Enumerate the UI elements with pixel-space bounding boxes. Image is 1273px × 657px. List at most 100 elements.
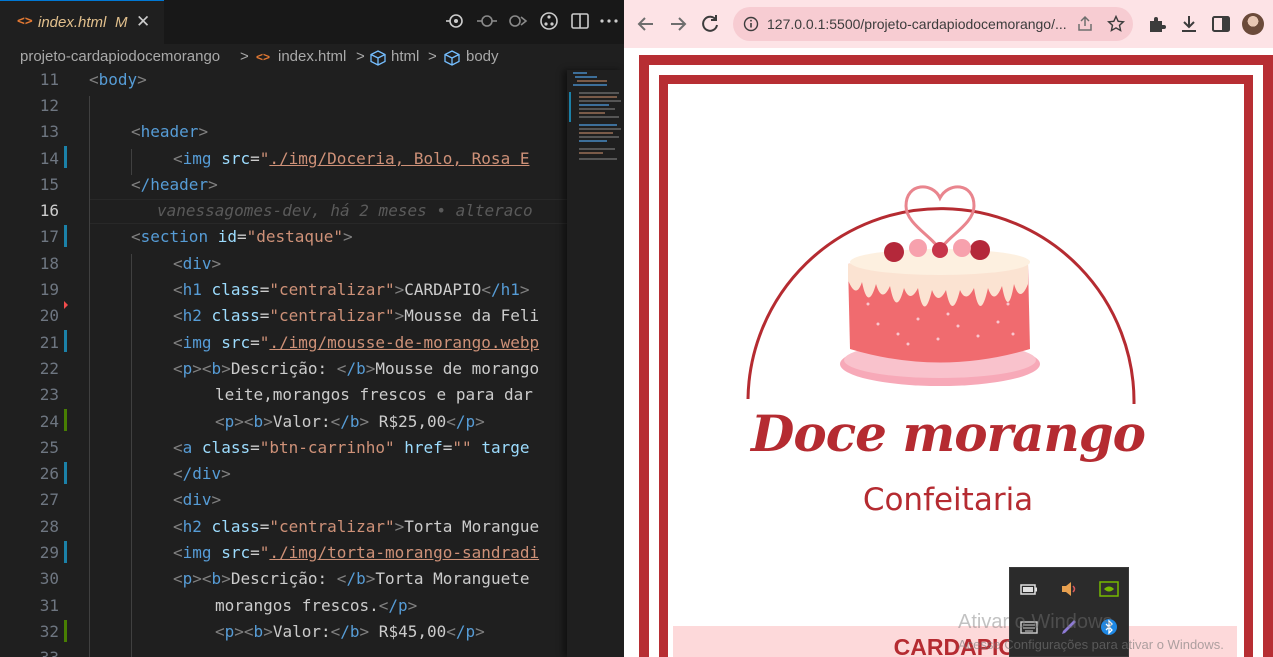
back-icon[interactable]	[634, 12, 658, 36]
git-deleted-marker[interactable]	[64, 301, 68, 309]
indent-guide	[89, 96, 90, 657]
code-line: </header>	[131, 175, 218, 194]
bookmark-star-icon[interactable]	[1107, 15, 1125, 33]
line-number: 11	[39, 70, 59, 89]
volume-icon[interactable]	[1058, 578, 1080, 600]
code-line: <img src="./img/torta-morango-sandradi	[173, 543, 540, 562]
line-number: 13	[39, 122, 59, 141]
line-number: 32	[39, 622, 59, 641]
git-added-marker[interactable]	[64, 409, 67, 431]
code-line: <div>	[173, 490, 222, 509]
minimap-line	[579, 148, 615, 150]
element-cube-icon	[444, 50, 460, 66]
line-number: 31	[39, 596, 59, 615]
indent-guide	[131, 149, 132, 175]
line-number: 12	[39, 96, 59, 115]
download-icon[interactable]	[1177, 12, 1201, 36]
side-panel-icon[interactable]	[1209, 12, 1233, 36]
more-actions-icon[interactable]	[598, 10, 620, 32]
address-bar[interactable]: 127.0.0.1:5500/projeto-cardapiodocemoran…	[733, 7, 1133, 41]
minimap-line	[579, 100, 621, 102]
code-line: <h2 class="centralizar">Torta Morangue	[173, 517, 540, 536]
git-added-marker[interactable]	[64, 620, 67, 642]
minimap-line	[579, 104, 609, 106]
breadcrumb: projeto-cardapiodocemorango > <> index.h…	[0, 44, 624, 70]
extensions-icon[interactable]	[1145, 12, 1169, 36]
line-number: 26	[39, 464, 59, 483]
minimap-line	[573, 84, 607, 86]
line-number: 30	[39, 569, 59, 588]
activation-watermark-subtitle: Acesse Configurações para ativar o Windo…	[958, 637, 1224, 652]
chevron-right-icon: >	[428, 48, 437, 65]
line-number: 20	[39, 306, 59, 325]
brand-subtitle: Confeitaria	[862, 482, 1034, 518]
code-line: <img src="./img/mousse-de-morango.webp	[173, 333, 540, 352]
page-border-gap: Doce morango Confeitaria CARDAPIO	[649, 65, 1263, 657]
split-editor-icon[interactable]	[569, 10, 591, 32]
code-line: <body>	[89, 70, 147, 89]
code-area[interactable]: <body> <header> <img src="./img/Doceria,…	[89, 70, 567, 657]
line-number: 25	[39, 438, 59, 457]
line-number: 27	[39, 490, 59, 509]
minimap-line	[579, 136, 619, 138]
minimap-line	[579, 140, 607, 142]
breadcrumb-element-body[interactable]: body	[466, 48, 499, 65]
code-line: <p><b>Descrição: </b>Torta Moranguete	[173, 569, 530, 588]
minimap[interactable]	[567, 70, 624, 657]
indent-guide	[131, 254, 132, 657]
activation-watermark-title: Ativar o Windows	[958, 611, 1113, 633]
close-icon[interactable]: ✕	[136, 12, 150, 32]
reload-icon[interactable]	[698, 12, 722, 36]
code-line: <a class="btn-carrinho" href="" targe	[173, 438, 530, 457]
code-line: leite,morangos frescos e para dar	[215, 385, 533, 404]
page-border-outer: Doce morango Confeitaria CARDAPIO	[639, 55, 1273, 657]
line-number: 29	[39, 543, 59, 562]
site-info-icon[interactable]	[743, 16, 759, 32]
tab-index-html[interactable]: <> index.html M ✕	[0, 0, 164, 44]
open-changes-icon[interactable]	[444, 10, 466, 32]
profile-avatar[interactable]	[1242, 13, 1264, 35]
git-modified-marker[interactable]	[64, 462, 67, 484]
chevron-right-icon: >	[356, 48, 365, 65]
previous-change-icon[interactable]	[476, 10, 498, 32]
git-modified-marker[interactable]	[64, 541, 67, 563]
minimap-line	[579, 124, 617, 126]
line-number: 28	[39, 517, 59, 536]
code-line: <header>	[131, 122, 209, 141]
share-icon[interactable]	[1076, 15, 1094, 33]
next-change-icon[interactable]	[506, 10, 528, 32]
line-number: 15	[39, 175, 59, 194]
element-cube-icon	[370, 50, 386, 66]
minimap-line	[579, 116, 619, 118]
minimap-line	[579, 158, 617, 160]
breadcrumb-folder[interactable]: projeto-cardapiodocemorango	[20, 48, 220, 65]
line-number: 18	[39, 254, 59, 273]
git-modified-marker[interactable]	[64, 146, 67, 168]
git-modified-marker[interactable]	[64, 330, 67, 352]
minimap-line	[579, 152, 603, 154]
code-line: <img src="./img/Doceria, Bolo, Rosa E	[173, 149, 530, 168]
code-line: <h1 class="centralizar">CARDAPIO</h1>	[173, 280, 530, 299]
line-number: 17	[39, 227, 59, 246]
url-text: 127.0.0.1:5500/projeto-cardapiodocemoran…	[767, 16, 1067, 32]
minimap-line	[579, 92, 619, 94]
breadcrumb-file[interactable]: index.html	[278, 48, 346, 65]
minimap-line	[575, 76, 597, 78]
editor-tab-bar: <> index.html M ✕	[0, 0, 624, 44]
tab-filename: index.html	[38, 14, 107, 31]
breadcrumb-element-html[interactable]: html	[391, 48, 419, 65]
code-line: <p><b>Descrição: </b>Mousse de morango	[173, 359, 540, 378]
code-line: <section id="destaque">	[131, 227, 353, 246]
code-editor: <> index.html M ✕ projeto-cardapiodocemo…	[0, 0, 624, 657]
minimap-line	[579, 112, 605, 114]
chevron-right-icon: >	[240, 48, 249, 65]
forward-icon[interactable]	[666, 12, 690, 36]
git-modified-marker[interactable]	[64, 225, 67, 247]
line-number-gutter: 11 12 13 14 15 16 17 18 19 20 21 22 23 2…	[0, 70, 89, 657]
line-number: 24	[39, 412, 59, 431]
minimap-git-marker	[569, 92, 571, 122]
source-control-icon[interactable]	[538, 10, 560, 32]
battery-icon[interactable]	[1018, 578, 1040, 600]
nvidia-icon[interactable]	[1098, 578, 1120, 600]
line-number: 23	[39, 385, 59, 404]
